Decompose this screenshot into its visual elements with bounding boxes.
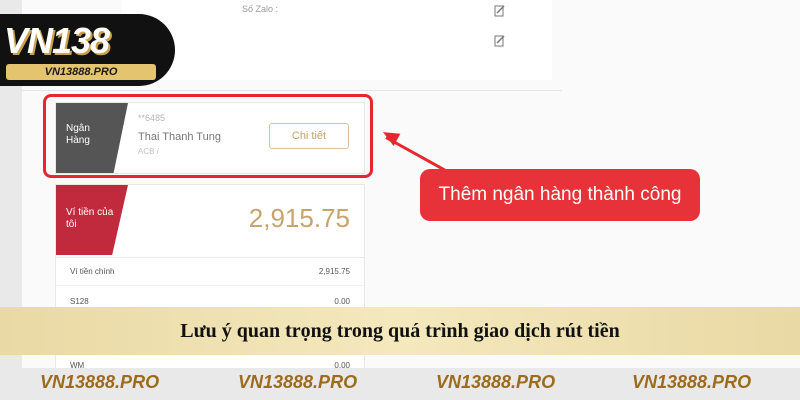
zalo-label: Số Zalo :	[242, 4, 279, 14]
account-info-panel: Số Zalo :	[122, 0, 552, 80]
edit-icon[interactable]	[494, 4, 506, 17]
screenshot-stage: Số Zalo : Ngân Hàng **6485 Thai Thanh Tu…	[0, 0, 800, 400]
edit-icon[interactable]	[494, 34, 506, 47]
watermark-footer: VN13888.PRO VN13888.PRO VN13888.PRO VN13…	[0, 368, 800, 400]
success-callout: Thêm ngân hàng thành công	[420, 169, 700, 221]
highlight-annotation	[43, 94, 373, 178]
wallet-row-label: Ví tiền chính	[70, 267, 115, 276]
footer-watermark: VN13888.PRO	[40, 372, 160, 392]
wallet-row-label: S128	[70, 297, 89, 306]
row-divider	[56, 285, 364, 286]
wallet-total: 2,915.75	[248, 203, 350, 233]
wallet-divider	[56, 257, 364, 258]
banner-caption: Lưu ý quan trọng trong quá trình giao dị…	[180, 320, 620, 342]
wallet-row: Ví tiền chính 2,915.75	[70, 267, 350, 283]
section-divider	[22, 90, 562, 91]
footer-watermark: VN13888.PRO	[632, 372, 752, 392]
footer-watermark: VN13888.PRO	[238, 372, 358, 392]
wallet-row-value: 2,915.75	[318, 267, 350, 276]
logo-wordmark: VN138	[4, 20, 110, 61]
brand-logo[interactable]: VN138 VN13888.PRO	[0, 14, 175, 86]
wallet-row-value: 0.00	[334, 297, 350, 306]
wallet-tag-label: Ví tiền của tôi	[66, 207, 114, 230]
logo-site: VN13888.PRO	[6, 64, 156, 80]
caption-banner: Lưu ý quan trọng trong quá trình giao dị…	[0, 307, 800, 355]
footer-watermark: VN13888.PRO	[436, 372, 556, 392]
